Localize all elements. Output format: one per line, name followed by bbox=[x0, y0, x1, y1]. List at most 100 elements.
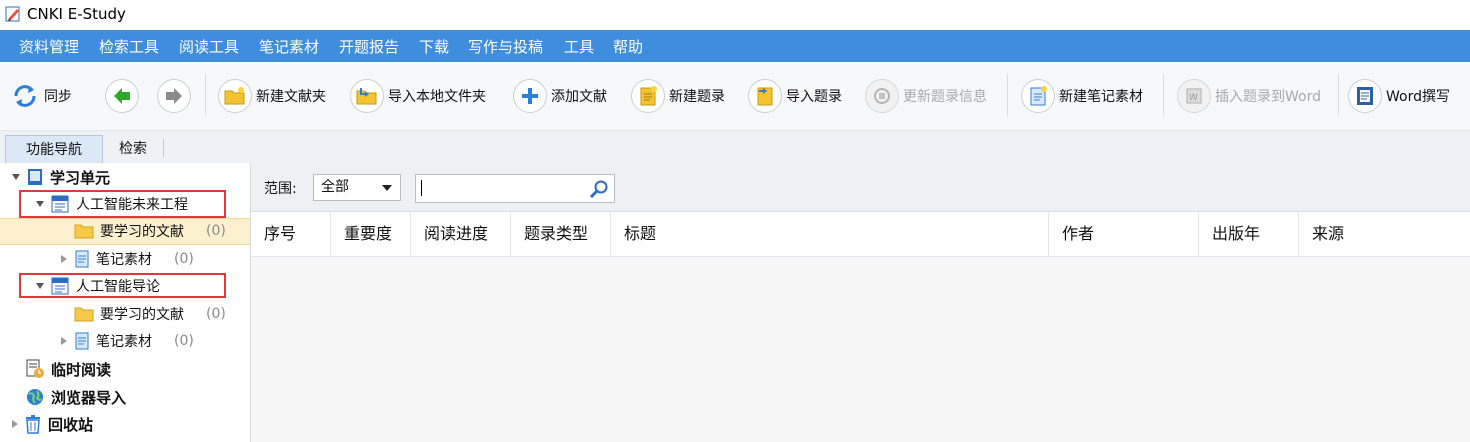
tree-item-note-material[interactable]: 笔记素材 (0) bbox=[61, 328, 194, 354]
tree-label: 笔记素材 bbox=[96, 252, 152, 268]
green-left-arrow-icon bbox=[105, 79, 139, 113]
new-folder-button[interactable]: 新建文献夹 bbox=[218, 78, 326, 114]
column-header-record-type[interactable]: 题录类型 bbox=[511, 212, 611, 256]
add-document-button[interactable]: 添加文献 bbox=[513, 78, 607, 114]
import-folder-icon bbox=[350, 79, 384, 113]
column-header-title[interactable]: 标题 bbox=[611, 212, 1049, 256]
new-note-material-button[interactable]: 新建笔记素材 bbox=[1021, 78, 1143, 114]
toolbar-divider bbox=[1163, 74, 1164, 116]
column-header-source[interactable]: 来源 bbox=[1299, 212, 1470, 256]
folder-icon bbox=[74, 224, 94, 239]
gray-right-arrow-icon bbox=[157, 79, 191, 113]
study-unit-icon bbox=[28, 169, 42, 185]
import-record-icon bbox=[748, 79, 782, 113]
new-folder-icon bbox=[218, 79, 252, 113]
window-title: CNKI E-Study bbox=[27, 5, 126, 23]
menu-tools[interactable]: 工具 bbox=[564, 36, 594, 57]
tree-label: 回收站 bbox=[48, 415, 94, 434]
column-header-author[interactable]: 作者 bbox=[1049, 212, 1199, 256]
tree-item-docs-to-study[interactable]: 要学习的文献 (0) bbox=[74, 301, 226, 327]
item-count: (0) bbox=[174, 251, 194, 267]
update-info-icon bbox=[865, 79, 899, 113]
globe-icon bbox=[27, 389, 43, 405]
insert-record-word-button[interactable]: W 插入题录到Word bbox=[1177, 78, 1321, 114]
toolbar-divider bbox=[1338, 74, 1339, 116]
new-note-material-label: 新建笔记素材 bbox=[1059, 89, 1143, 105]
word-writing-icon bbox=[1348, 79, 1382, 113]
text-cursor bbox=[421, 180, 422, 196]
tree-label: 要学习的文献 bbox=[100, 307, 184, 323]
toolbar-divider bbox=[1007, 74, 1008, 116]
tree-item-recycle-bin[interactable]: 回收站 bbox=[12, 411, 93, 437]
menu-library[interactable]: 资料管理 bbox=[19, 36, 79, 57]
tab-function-nav[interactable]: 功能导航 bbox=[5, 135, 103, 163]
new-record-button[interactable]: 新建题录 bbox=[631, 78, 725, 114]
scope-label: 范围: bbox=[264, 181, 297, 197]
import-record-label: 导入题录 bbox=[786, 89, 842, 105]
insert-record-word-label: 插入题录到Word bbox=[1215, 89, 1321, 105]
column-header-reading-progress[interactable]: 阅读进度 bbox=[411, 212, 511, 256]
tree-item-study-unit[interactable]: 学习单元 bbox=[12, 164, 110, 190]
search-input[interactable] bbox=[415, 174, 615, 203]
temp-reading-icon bbox=[26, 359, 44, 378]
column-header-pub-year[interactable]: 出版年 bbox=[1199, 212, 1299, 256]
sync-button[interactable]: 同步 bbox=[10, 78, 72, 114]
column-header-index[interactable]: 序号 bbox=[251, 212, 331, 256]
import-local-folder-label: 导入本地文件夹 bbox=[388, 89, 486, 105]
word-insert-icon: W bbox=[1177, 79, 1211, 113]
collapse-arrow-icon bbox=[12, 174, 20, 180]
scope-select[interactable]: 全部 bbox=[313, 174, 401, 201]
toolbar: 同步 新建文献夹 导入本地文件夹 添加文献 新建题录 导入题录 更新题录信息 新… bbox=[0, 62, 1470, 131]
menu-writing[interactable]: 写作与投稿 bbox=[468, 36, 543, 57]
word-writing-button[interactable]: Word撰写 bbox=[1348, 78, 1450, 114]
menu-help[interactable]: 帮助 bbox=[613, 36, 643, 57]
tree-item-note-material[interactable]: 笔记素材 (0) bbox=[61, 246, 194, 272]
tree-label: 要学习的文献 bbox=[100, 224, 184, 240]
menu-search-tools[interactable]: 检索工具 bbox=[99, 36, 159, 57]
forward-button[interactable] bbox=[157, 78, 191, 114]
expand-arrow-icon bbox=[12, 420, 18, 428]
scope-select-value: 全部 bbox=[321, 179, 349, 195]
new-record-icon bbox=[631, 79, 665, 113]
table-header: 序号 重要度 阅读进度 题录类型 标题 作者 出版年 来源 bbox=[251, 212, 1470, 257]
tree-label: 临时阅读 bbox=[51, 360, 112, 379]
back-button[interactable] bbox=[105, 78, 139, 114]
tree-label: 学习单元 bbox=[50, 168, 111, 187]
new-record-label: 新建题录 bbox=[669, 89, 725, 105]
expand-arrow-icon bbox=[61, 337, 67, 345]
toolbar-divider bbox=[205, 74, 206, 116]
note-icon bbox=[75, 250, 89, 268]
annotation-highlight-box bbox=[19, 190, 226, 218]
update-record-info-button[interactable]: 更新题录信息 bbox=[865, 78, 987, 114]
word-writing-label: Word撰写 bbox=[1386, 89, 1450, 105]
trash-icon bbox=[26, 415, 40, 434]
menu-reading-tools[interactable]: 阅读工具 bbox=[179, 36, 239, 57]
expand-arrow-icon bbox=[61, 255, 67, 263]
title-bar: CNKI E-Study bbox=[0, 0, 1470, 30]
note-icon bbox=[75, 332, 89, 350]
tab-search[interactable]: 检索 bbox=[108, 135, 158, 163]
sync-label: 同步 bbox=[44, 89, 72, 105]
menu-download[interactable]: 下载 bbox=[419, 36, 449, 57]
item-count: (0) bbox=[206, 306, 226, 322]
tab-divider bbox=[163, 139, 164, 157]
menu-bar: 资料管理 检索工具 阅读工具 笔记素材 开题报告 下载 写作与投稿 工具 帮助 bbox=[0, 30, 1470, 62]
plus-icon bbox=[513, 79, 547, 113]
menu-proposal[interactable]: 开题报告 bbox=[339, 36, 399, 57]
annotation-highlight-box bbox=[19, 273, 226, 298]
folder-icon bbox=[74, 307, 94, 322]
tree-item-browser-import[interactable]: 浏览器导入 bbox=[25, 384, 126, 410]
item-count: (0) bbox=[174, 333, 194, 349]
import-local-folder-button[interactable]: 导入本地文件夹 bbox=[350, 78, 486, 114]
pencil-note-icon bbox=[5, 6, 20, 22]
search-icon[interactable] bbox=[589, 179, 609, 199]
menu-notes[interactable]: 笔记素材 bbox=[259, 36, 319, 57]
new-folder-label: 新建文献夹 bbox=[256, 89, 326, 105]
import-record-button[interactable]: 导入题录 bbox=[748, 78, 842, 114]
tree-label: 浏览器导入 bbox=[51, 388, 127, 407]
item-count: (0) bbox=[206, 223, 226, 239]
tree-item-temp-reading[interactable]: 临时阅读 bbox=[25, 356, 111, 382]
tree-item-docs-to-study[interactable]: 要学习的文献 (0) bbox=[74, 218, 226, 244]
column-header-importance[interactable]: 重要度 bbox=[331, 212, 411, 256]
add-document-label: 添加文献 bbox=[551, 89, 607, 105]
